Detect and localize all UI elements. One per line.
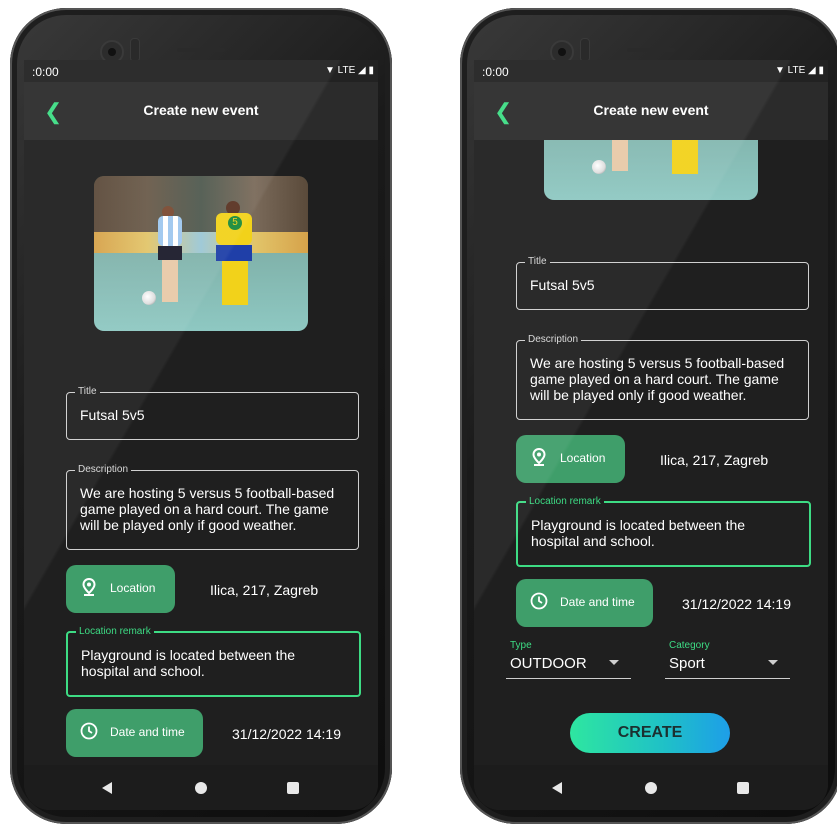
- speaker-grill: [177, 48, 225, 52]
- triangle-back-icon[interactable]: [552, 782, 562, 794]
- page-title: Create new event: [143, 102, 259, 118]
- location-pin-icon: [82, 578, 96, 596]
- location-button[interactable]: Location: [66, 565, 175, 613]
- photo-player-blue: [152, 206, 188, 306]
- date-time-button[interactable]: Date and time: [66, 709, 203, 757]
- description-label: Description: [525, 334, 582, 346]
- create-button[interactable]: CREATE: [570, 713, 730, 753]
- description-label: Description: [75, 464, 132, 476]
- location-remark-label: Location remark: [76, 626, 154, 638]
- phone-frame-left: :0:00 ▼ LTE ◢ ▮ ❮ Create new event 5 Tit…: [10, 8, 392, 824]
- ball-icon: [592, 160, 606, 174]
- description-field[interactable]: Description We are hosting 5 versus 5 fo…: [516, 334, 809, 420]
- location-button-label: Location: [110, 581, 156, 595]
- screen: :0:00 ▼ LTE ◢ ▮ ❮ Create new event 5: [474, 60, 828, 810]
- date-time-value: 31/12/2022 14:19: [682, 596, 791, 612]
- status-time: :0:00: [482, 65, 509, 79]
- status-icons: ▼ LTE ◢ ▮: [324, 65, 374, 76]
- photo-player-blue: [602, 140, 638, 175]
- location-remark-value: Playground is located between the hospit…: [531, 517, 749, 549]
- clock-icon: [530, 592, 548, 610]
- screen: :0:00 ▼ LTE ◢ ▮ ❮ Create new event 5: [24, 60, 378, 810]
- title-field[interactable]: Title Futsal 5v5: [66, 386, 359, 440]
- square-recent-icon[interactable]: [737, 782, 749, 794]
- description-field[interactable]: Description We are hosting 5 versus 5 fo…: [66, 464, 359, 550]
- location-button[interactable]: Location: [516, 435, 625, 483]
- title-value: Futsal 5v5: [530, 277, 595, 293]
- form-content[interactable]: 5 Title Futsal 5v5 Description We are ho…: [474, 140, 828, 765]
- event-photo[interactable]: 5: [94, 176, 308, 331]
- photo-player-yellow: 5: [206, 201, 260, 311]
- type-value: OUTDOOR: [510, 655, 587, 672]
- ball-icon: [142, 291, 156, 305]
- location-button-label: Location: [560, 451, 606, 465]
- location-pin-icon: [532, 448, 546, 466]
- status-bar: :0:00 ▼ LTE ◢ ▮: [474, 60, 828, 82]
- dropdown-arrow-icon: [609, 660, 619, 665]
- title-label: Title: [75, 386, 100, 398]
- status-icons: ▼ LTE ◢ ▮: [774, 65, 824, 76]
- photo-advert-board: [94, 231, 308, 254]
- system-nav-bar: [24, 765, 378, 810]
- sensor: [130, 38, 140, 62]
- sensor: [580, 38, 590, 62]
- form-content[interactable]: 5 Title Futsal 5v5 Description We are ho…: [24, 140, 378, 765]
- app-bar: ❮ Create new event: [474, 82, 828, 140]
- location-value: Ilica, 217, Zagreb: [660, 452, 769, 468]
- speaker-grill: [627, 48, 675, 52]
- title-value: Futsal 5v5: [80, 407, 145, 423]
- triangle-back-icon[interactable]: [102, 782, 112, 794]
- square-recent-icon[interactable]: [287, 782, 299, 794]
- circle-home-icon[interactable]: [195, 782, 207, 794]
- photo-player-yellow: 5: [656, 140, 710, 180]
- date-time-button-label: Date and time: [110, 725, 185, 739]
- category-value: Sport: [669, 655, 705, 672]
- location-remark-label: Location remark: [526, 496, 604, 508]
- clock-icon: [80, 722, 98, 740]
- status-bar: :0:00 ▼ LTE ◢ ▮: [24, 60, 378, 82]
- photo-stands: [94, 176, 308, 235]
- location-value: Ilica, 217, Zagreb: [210, 582, 319, 598]
- jersey-number: 5: [228, 216, 242, 230]
- system-nav-bar: [474, 765, 828, 810]
- dropdown-arrow-icon: [768, 660, 778, 665]
- phone-frame-right: :0:00 ▼ LTE ◢ ▮ ❮ Create new event 5: [460, 8, 837, 824]
- title-label: Title: [525, 256, 550, 268]
- app-bar: ❮ Create new event: [24, 82, 378, 140]
- event-photo[interactable]: 5: [544, 140, 758, 200]
- circle-home-icon[interactable]: [645, 782, 657, 794]
- description-value: We are hosting 5 versus 5 football-based…: [530, 355, 789, 403]
- date-time-button-label: Date and time: [560, 595, 635, 609]
- type-dropdown[interactable]: Type OUTDOOR: [506, 640, 631, 679]
- location-remark-value: Playground is located between the hospit…: [81, 647, 299, 679]
- description-value: We are hosting 5 versus 5 football-based…: [80, 485, 339, 533]
- page-title: Create new event: [593, 102, 709, 118]
- location-remark-field[interactable]: Location remark Playground is located be…: [66, 626, 361, 697]
- date-time-button[interactable]: Date and time: [516, 579, 653, 627]
- category-label: Category: [669, 640, 710, 651]
- category-dropdown[interactable]: Category Sport: [665, 640, 790, 679]
- location-remark-field[interactable]: Location remark Playground is located be…: [516, 496, 811, 567]
- type-label: Type: [510, 640, 532, 651]
- title-field[interactable]: Title Futsal 5v5: [516, 256, 809, 310]
- date-time-value: 31/12/2022 14:19: [232, 726, 341, 742]
- status-time: :0:00: [32, 65, 59, 79]
